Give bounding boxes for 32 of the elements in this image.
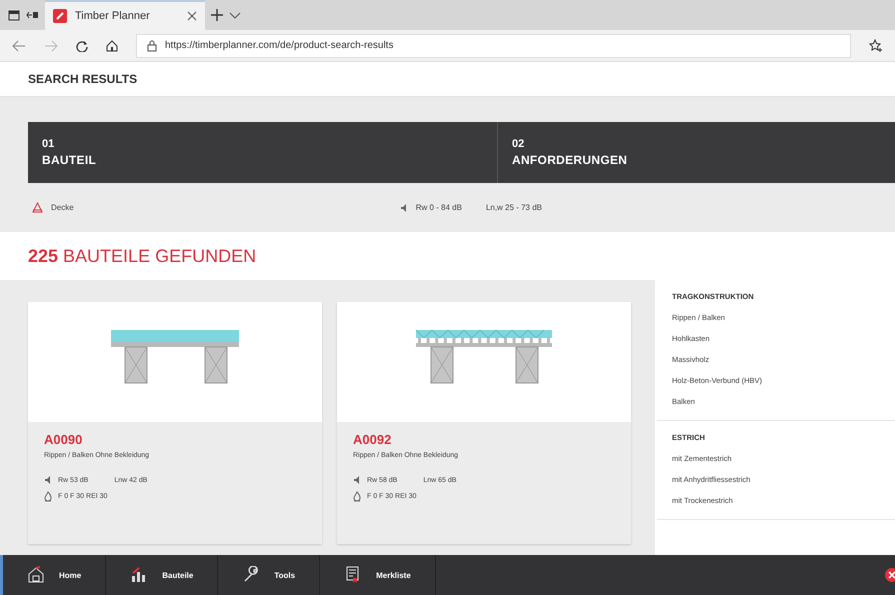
component-filter: Decke (51, 203, 74, 212)
sound-icon (353, 475, 361, 485)
sound-icon (400, 202, 408, 212)
close-icon[interactable] (187, 11, 197, 21)
page-title: SEARCH RESULTS (28, 72, 138, 86)
product-code[interactable]: A0090 (44, 432, 306, 447)
rw-range: Rw 0 - 84 dB (416, 203, 462, 212)
favorites-icon[interactable] (869, 38, 883, 52)
refresh-icon[interactable] (76, 40, 88, 52)
nav-item[interactable]: Bauteile (106, 555, 218, 595)
product-code[interactable]: A0092 (353, 432, 615, 447)
home-icon (27, 566, 45, 584)
tab-title: Timber Planner (75, 10, 151, 22)
lnw-range: Ln,w 25 - 73 dB (486, 203, 542, 212)
sound-icon (44, 475, 52, 485)
nav-item[interactable]: Merkliste (320, 555, 436, 595)
chevron-down-icon[interactable] (229, 10, 241, 20)
warning-icon (32, 202, 43, 213)
step-tab[interactable]: 01 BAUTEIL (28, 122, 498, 183)
step-tab[interactable]: 02 ANFORDERUNGEN (498, 122, 895, 183)
home-icon[interactable] (106, 40, 118, 52)
new-tab-icon[interactable] (211, 9, 223, 21)
app-logo-icon (53, 9, 67, 23)
lock-icon (147, 40, 157, 52)
back-icon[interactable] (12, 40, 26, 52)
nav-item[interactable]: Tools (218, 555, 320, 595)
tabs-icon[interactable] (8, 9, 20, 21)
back-tabs-icon[interactable] (26, 9, 39, 21)
address-bar[interactable]: https://timberplanner.com/de/product-search-results (136, 34, 851, 58)
nav-item[interactable]: Home (3, 555, 106, 595)
results-heading: 225 BAUTEILE GEFUNDEN (27, 244, 258, 268)
browser-tab[interactable]: Timber Planner (45, 0, 205, 30)
